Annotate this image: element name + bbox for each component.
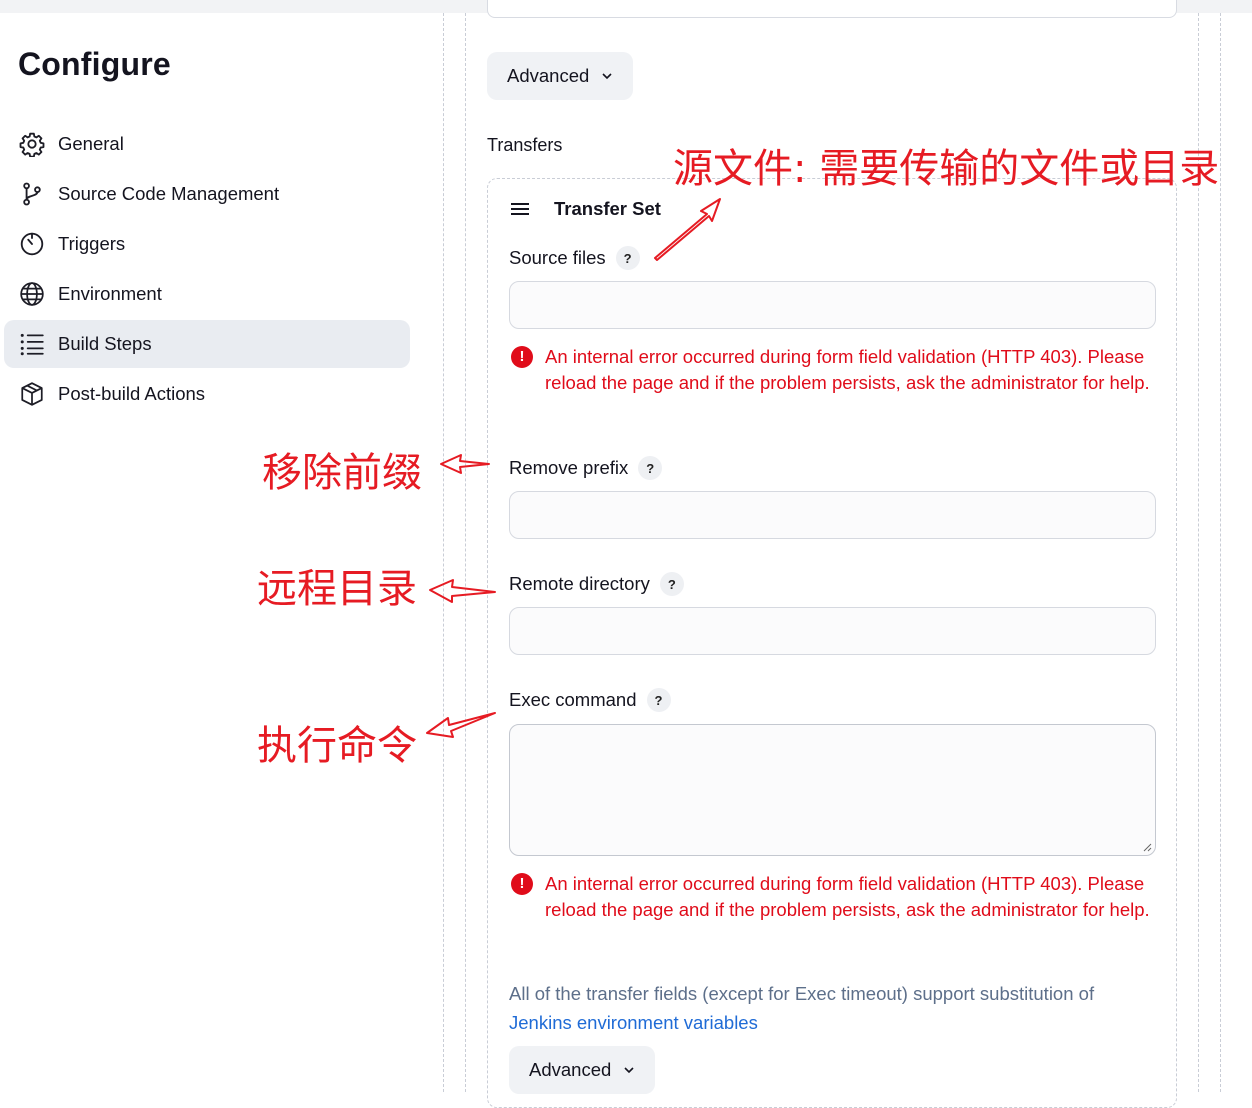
annotation-remove-prefix: 移除前缀 [262, 450, 422, 496]
sidebar-item-label: Build Steps [58, 333, 152, 354]
error-text: An internal error occurred during form f… [545, 346, 1150, 393]
section-border [465, 13, 466, 1092]
chevron-down-icon [624, 1067, 634, 1074]
previous-field-input[interactable] [487, 0, 1177, 18]
transfer-advanced-button[interactable]: Advanced [509, 1046, 656, 1094]
package-icon [18, 380, 46, 408]
source-files-label: Source files ? [509, 246, 640, 270]
env-vars-link[interactable]: Jenkins environment variables [509, 1012, 758, 1033]
sidebar-item-post-build-actions[interactable]: Post-build Actions [4, 370, 410, 418]
env-vars-note: All of the transfer fields (except for E… [509, 979, 1169, 1037]
advanced-button-label: Advanced [507, 65, 590, 86]
chevron-down-icon [602, 73, 612, 80]
section-border [443, 13, 444, 1092]
remove-prefix-label-text: Remove prefix [509, 457, 629, 478]
sidebar-item-environment[interactable]: Environment [4, 270, 410, 318]
source-files-input[interactable] [509, 281, 1156, 329]
annotation-exec-command: 执行命令 [257, 723, 417, 769]
sidebar-item-build-steps[interactable]: Build Steps [4, 320, 410, 368]
annotation-remote-directory: 远程目录 [257, 566, 417, 612]
remove-prefix-label: Remove prefix ? [509, 456, 663, 480]
remote-directory-input[interactable] [509, 607, 1156, 655]
transfers-label: Transfers [487, 135, 563, 155]
error-icon: ! [511, 873, 533, 895]
sidebar-item-label: Source Code Management [58, 183, 280, 204]
gear-icon [18, 130, 46, 158]
help-icon[interactable]: ? [638, 456, 663, 480]
note-text: All of the transfer fields (except for E… [509, 983, 1095, 1004]
timer-icon [18, 230, 46, 258]
annotation-source-files: 源文件: 需要传输的文件或目录 [673, 146, 1220, 192]
remote-directory-label-text: Remote directory [509, 573, 650, 594]
page-title: Configure [18, 46, 171, 82]
remote-directory-label: Remote directory ? [509, 572, 684, 596]
exec-command-label: Exec command ? [509, 688, 671, 712]
sidebar-nav: General Source Code Management Triggers … [4, 120, 410, 420]
sidebar-item-source-code-management[interactable]: Source Code Management [4, 170, 410, 218]
help-icon[interactable]: ? [615, 246, 640, 270]
sidebar-item-label: General [58, 133, 124, 154]
resize-grip-icon[interactable] [1142, 842, 1152, 852]
branch-icon [18, 180, 46, 208]
help-icon[interactable]: ? [646, 688, 671, 712]
transfer-set-header: Transfer Set [510, 198, 661, 220]
remove-prefix-input[interactable] [509, 491, 1156, 539]
advanced-button-label: Advanced [529, 1059, 612, 1080]
exec-command-textarea[interactable] [509, 724, 1156, 856]
help-icon[interactable]: ? [659, 572, 684, 596]
sidebar-item-triggers[interactable]: Triggers [4, 220, 410, 268]
sidebar-item-label: Environment [58, 283, 162, 304]
validation-error: ! An internal error occurred during form… [511, 344, 1161, 396]
exec-command-label-text: Exec command [509, 689, 637, 710]
sidebar-item-label: Post-build Actions [58, 383, 206, 404]
sidebar-item-general[interactable]: General [4, 120, 410, 168]
advanced-button[interactable]: Advanced [487, 52, 634, 100]
globe-icon [18, 280, 46, 308]
list-icon [18, 330, 46, 358]
source-files-label-text: Source files [509, 247, 606, 268]
section-border [1220, 13, 1221, 1092]
sidebar-item-label: Triggers [58, 233, 126, 254]
validation-error: ! An internal error occurred during form… [511, 871, 1161, 923]
drag-handle-icon[interactable] [510, 201, 530, 217]
error-icon: ! [511, 346, 533, 368]
transfer-set-title: Transfer Set [554, 198, 661, 219]
error-text: An internal error occurred during form f… [545, 873, 1150, 920]
